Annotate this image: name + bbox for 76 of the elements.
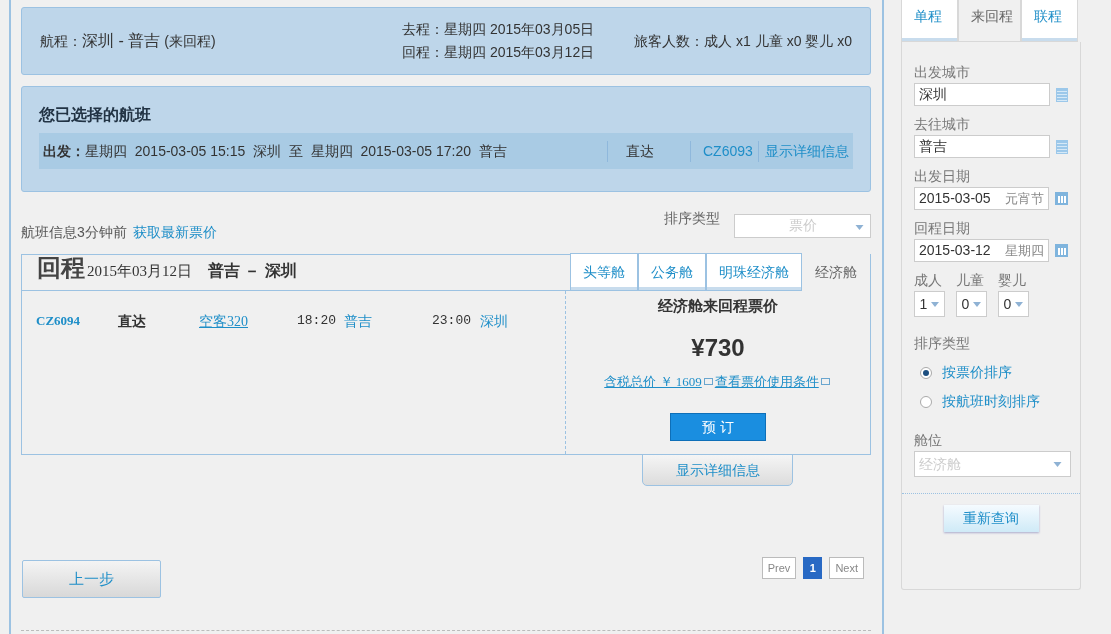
city-field[interactable]: 普吉 xyxy=(914,135,1051,158)
sort-option[interactable]: 按票价排序 xyxy=(942,362,1012,383)
date-field[interactable]: 2015-03-05 元宵节 xyxy=(914,187,1050,210)
fare-title: 经济舱来回程票价 xyxy=(658,296,778,316)
back-button[interactable]: 上一步 xyxy=(22,560,161,598)
stops-text: 直达 xyxy=(118,312,147,331)
route-label: 航程： xyxy=(40,32,82,51)
flight-number: CZ6094 xyxy=(36,312,82,330)
field-label: 回程日期 xyxy=(914,219,971,238)
cabin-tab[interactable]: 经济舱 xyxy=(802,253,870,291)
date-field[interactable]: 2015-03-12 星期四 xyxy=(914,239,1050,262)
return-date: 回程：星期四 2015年03月12日 xyxy=(402,43,596,62)
city-list-icon[interactable] xyxy=(1056,139,1068,154)
leg-date: 2015年03月12日 xyxy=(87,262,192,281)
field-label: 出发日期 xyxy=(914,167,971,186)
route-text: 深圳 - 普吉 xyxy=(82,31,161,51)
details-link[interactable]: 显示详细信息 xyxy=(758,140,849,162)
section-title: 您已选择的航班 xyxy=(39,105,152,125)
cabin-tab[interactable]: 公务舱 xyxy=(638,253,706,291)
trip-tab[interactable]: 单程 xyxy=(901,0,958,42)
departure-time: 18:20 xyxy=(297,312,337,330)
next-page-button[interactable]: Next xyxy=(829,557,864,579)
external-link-icon xyxy=(820,377,830,385)
passenger-label: 成人 xyxy=(914,271,943,290)
passenger-label: 婴儿 xyxy=(998,271,1027,290)
outbound-date: 去程：星期四 2015年03月05日 xyxy=(402,20,596,39)
tax-total-link[interactable]: 含税总价 ￥ 1609 xyxy=(604,371,702,391)
fare-rules-link[interactable]: 查看票价使用条件 xyxy=(714,371,819,391)
stops-text: 直达 xyxy=(607,140,690,162)
trip-tab[interactable]: 来回程 xyxy=(958,0,1021,42)
update-note: 航班信息3分钟前 xyxy=(21,223,127,242)
details-button[interactable]: 显示详细信息 xyxy=(642,454,793,486)
city-field[interactable]: 深圳 xyxy=(914,83,1051,106)
date-note: 元宵节 xyxy=(1005,189,1045,208)
caret-icon xyxy=(973,301,982,307)
city-list-icon[interactable] xyxy=(1056,87,1068,102)
passenger-select[interactable]: 0 xyxy=(956,291,987,317)
departure-city: 普吉 xyxy=(344,312,373,331)
radio-button[interactable] xyxy=(920,395,932,408)
leg-route: 普吉 － 深圳 xyxy=(208,261,297,281)
refresh-price-link[interactable]: 获取最新票价 xyxy=(132,222,217,243)
passenger-select[interactable]: 0 xyxy=(998,291,1029,317)
field-label: 去往城市 xyxy=(914,115,971,134)
date-note: 星期四 xyxy=(1005,241,1045,260)
passenger-label: 儿童 xyxy=(956,271,985,290)
calendar-icon[interactable] xyxy=(1055,244,1068,257)
arrival-city: 深圳 xyxy=(480,312,508,331)
page-button[interactable]: 1 xyxy=(803,557,823,579)
cabin-label: 舱位 xyxy=(914,431,943,450)
arrival-time: 23:00 xyxy=(432,312,472,330)
sort-label: 排序类型 xyxy=(664,209,720,228)
radio-button[interactable] xyxy=(920,366,932,379)
caret-icon xyxy=(855,224,864,230)
trip-type: (来回程) xyxy=(164,32,216,51)
flight-schedule: 星期四 2015-03-05 15:15 深圳 至 星期四 2015-03-05 17:20 普吉 xyxy=(85,141,507,161)
aircraft-link[interactable]: 空客320 xyxy=(199,314,248,329)
caret-icon xyxy=(1015,301,1024,307)
sort-option[interactable]: 按航班时刻排序 xyxy=(942,391,1040,412)
passenger-count: 旅客人数：成人 x1 儿童 x0 婴儿 x0 xyxy=(634,31,852,51)
search-again-button[interactable]: 重新查询 xyxy=(943,505,1039,532)
trip-tab[interactable]: 联程 xyxy=(1021,0,1078,42)
caret-icon xyxy=(931,301,940,307)
flight-number-link[interactable]: CZ6093 xyxy=(690,140,758,162)
fare-price: ¥730 xyxy=(691,332,745,363)
cabin-tab[interactable]: 明珠经济舱 xyxy=(706,253,802,291)
departure-label: 出发： xyxy=(43,141,85,161)
book-button[interactable]: 预 订 xyxy=(670,413,766,441)
leg-title: 回程 xyxy=(37,254,85,283)
calendar-icon[interactable] xyxy=(1055,192,1068,205)
cabin-tab[interactable]: 头等舱 xyxy=(570,253,638,291)
prev-page-button[interactable]: Prev xyxy=(761,557,797,579)
external-link-icon xyxy=(703,377,713,385)
field-label: 出发城市 xyxy=(914,63,971,82)
sort-label: 排序类型 xyxy=(914,334,971,353)
caret-icon xyxy=(1053,461,1062,467)
passenger-select[interactable]: 1 xyxy=(914,291,945,317)
